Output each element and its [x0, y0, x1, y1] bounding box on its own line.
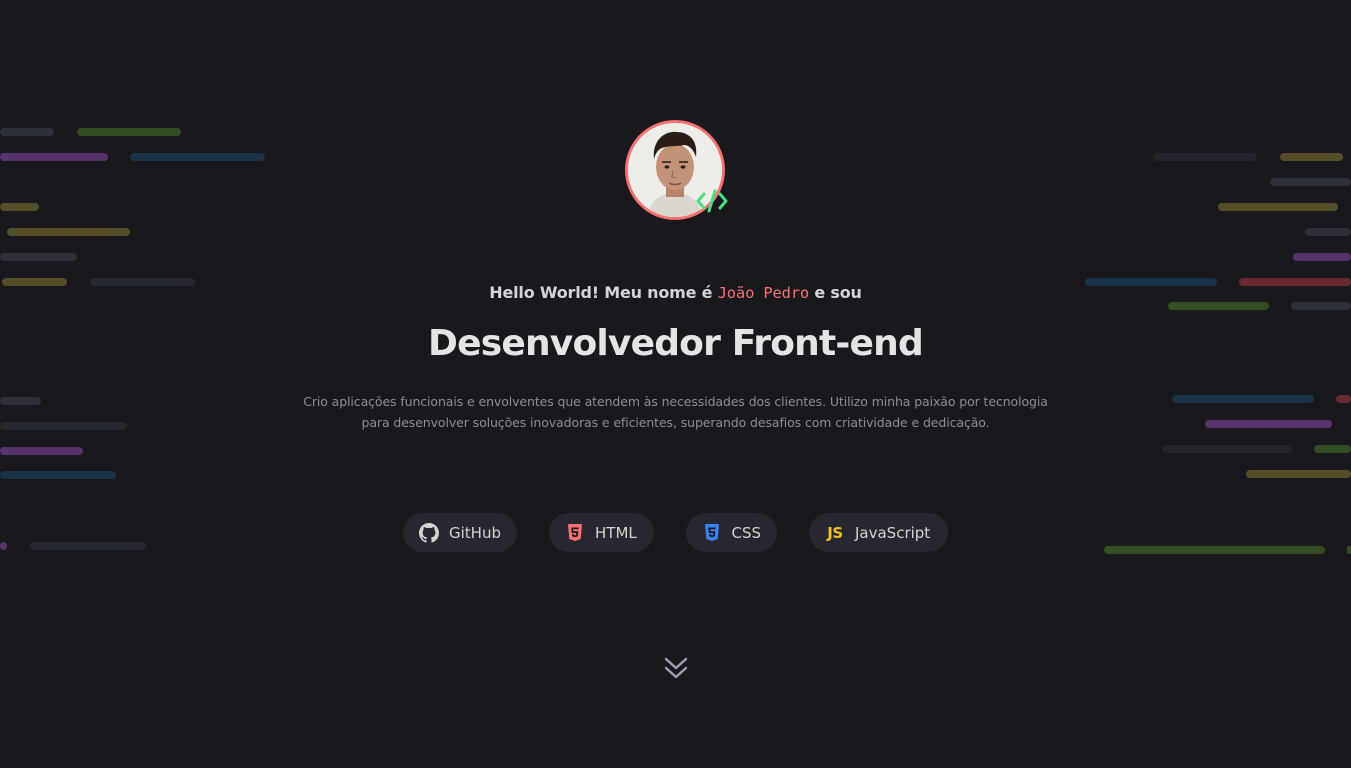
- deco-line: [1168, 302, 1269, 310]
- deco-line: [0, 128, 54, 136]
- greeting-text: Hello World! Meu nome é João Pedro e sou: [0, 283, 1351, 302]
- tech-pill-label: JavaScript: [855, 523, 931, 542]
- deco-line: [1347, 546, 1351, 554]
- decorative-code-lines-left: [0, 0, 320, 768]
- deco-line: [1246, 470, 1351, 478]
- js-icon: JS: [827, 523, 843, 542]
- deco-line: [1218, 203, 1338, 211]
- css3-icon: [702, 523, 721, 543]
- decorative-code-lines-right: [1031, 0, 1351, 768]
- avatar: [625, 120, 728, 220]
- hero-section: Hello World! Meu nome é João Pedro e sou…: [0, 0, 1351, 768]
- deco-line: [1104, 546, 1325, 554]
- tech-pill-label: CSS: [731, 523, 761, 542]
- code-icon: [695, 186, 729, 216]
- tech-pill-html[interactable]: HTML: [549, 513, 654, 552]
- deco-line: [1314, 445, 1351, 453]
- deco-line: [0, 153, 108, 161]
- github-icon: [419, 522, 439, 543]
- deco-line: [30, 542, 146, 550]
- deco-line: [130, 153, 265, 161]
- deco-line: [0, 542, 7, 550]
- deco-line: [77, 128, 181, 136]
- deco-line: [1305, 228, 1351, 236]
- deco-line: [1162, 445, 1292, 453]
- html5-icon: [565, 523, 585, 543]
- deco-line: [0, 253, 77, 261]
- tech-pill-label: HTML: [595, 523, 637, 542]
- page-title: Desenvolvedor Front-end: [428, 323, 924, 364]
- tech-pill-github[interactable]: GitHub: [403, 513, 517, 552]
- greeting-prefix: Hello World! Meu nome é: [489, 283, 718, 302]
- hero-description: Crio aplicações funcionais e envolventes…: [303, 394, 1048, 430]
- deco-line: [0, 203, 39, 211]
- deco-line: [0, 422, 127, 430]
- tech-pill-label: GitHub: [449, 523, 501, 542]
- deco-line: [1293, 253, 1351, 261]
- scroll-down-button[interactable]: [662, 655, 690, 683]
- deco-line: [1270, 178, 1351, 186]
- deco-line: [0, 397, 41, 405]
- deco-line: [1336, 395, 1351, 403]
- deco-line: [1205, 420, 1332, 428]
- deco-line: [1291, 302, 1351, 310]
- deco-line: [1280, 153, 1343, 161]
- deco-line: [0, 471, 116, 479]
- tech-pill-javascript[interactable]: JS JavaScript: [809, 513, 948, 552]
- developer-name: João Pedro: [717, 284, 810, 302]
- deco-line: [1153, 153, 1257, 161]
- tech-pill-css[interactable]: CSS: [686, 513, 777, 552]
- greeting-suffix: e sou: [809, 283, 862, 302]
- deco-line: [0, 447, 83, 455]
- deco-line: [1172, 395, 1314, 403]
- double-chevron-down-icon: [664, 657, 688, 679]
- deco-line: [7, 228, 130, 236]
